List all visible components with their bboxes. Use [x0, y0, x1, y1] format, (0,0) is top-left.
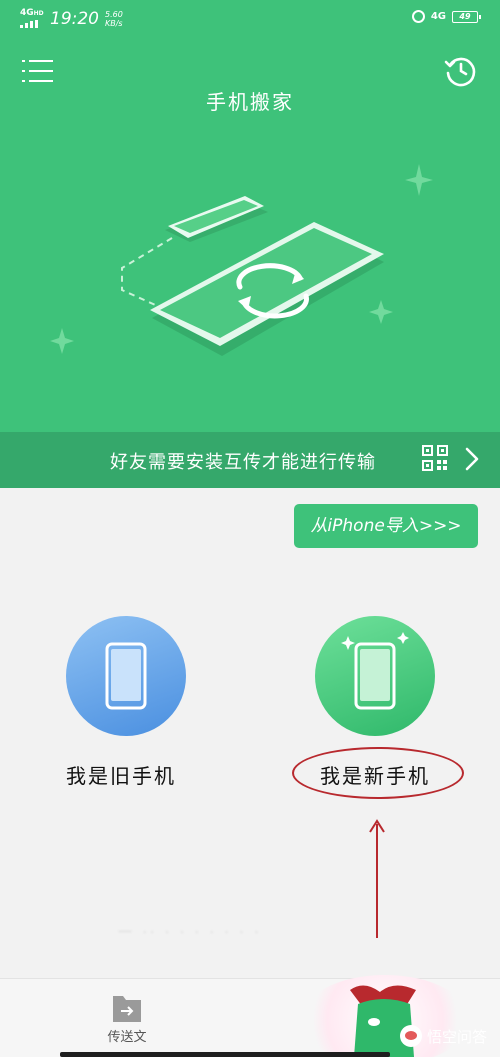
old-phone-button[interactable] [66, 616, 186, 736]
phone-transfer-illustration [50, 164, 433, 356]
phone-icon [105, 642, 147, 710]
hero-header: 4GHD 19:20 5.60 KB/s 4G 49 手机搬家 好友需要安装互传… [0, 0, 500, 488]
page-title: 手机搬家 [206, 90, 294, 114]
old-phone-label[interactable]: 我是旧手机 [66, 760, 176, 789]
tab-send-label: 传送文 [107, 1030, 147, 1045]
menu-icon[interactable] [22, 58, 54, 84]
wukong-logo-icon [400, 1025, 422, 1047]
annotation-circle [292, 747, 464, 799]
battery-icon: 49 [452, 10, 481, 23]
banner-text: 好友需要安装互传才能进行传输 [110, 452, 376, 473]
faded-hint-text: 一 ·· · · · · · · · [118, 925, 262, 941]
signal-icon: 4GHD [20, 8, 46, 28]
new-phone-button[interactable] [315, 616, 435, 736]
chevron-right-icon[interactable] [464, 447, 480, 471]
status-bar: 4GHD 19:20 5.60 KB/s 4G 49 [0, 0, 500, 38]
clock: 19:20 [50, 9, 99, 29]
qr-code-icon[interactable] [422, 445, 448, 471]
alarm-icon [411, 10, 425, 23]
watermark: 悟空问答 [400, 1022, 500, 1050]
history-icon[interactable] [443, 53, 479, 89]
folder-send-icon [113, 996, 141, 1022]
network-type: 4G [430, 11, 446, 22]
phone-sparkle-icon [341, 632, 409, 710]
home-indicator [60, 1052, 390, 1057]
import-from-iphone-button[interactable]: 从iPhone导入>>> [294, 504, 478, 548]
network-speed: 5.60 KB/s [105, 10, 123, 28]
